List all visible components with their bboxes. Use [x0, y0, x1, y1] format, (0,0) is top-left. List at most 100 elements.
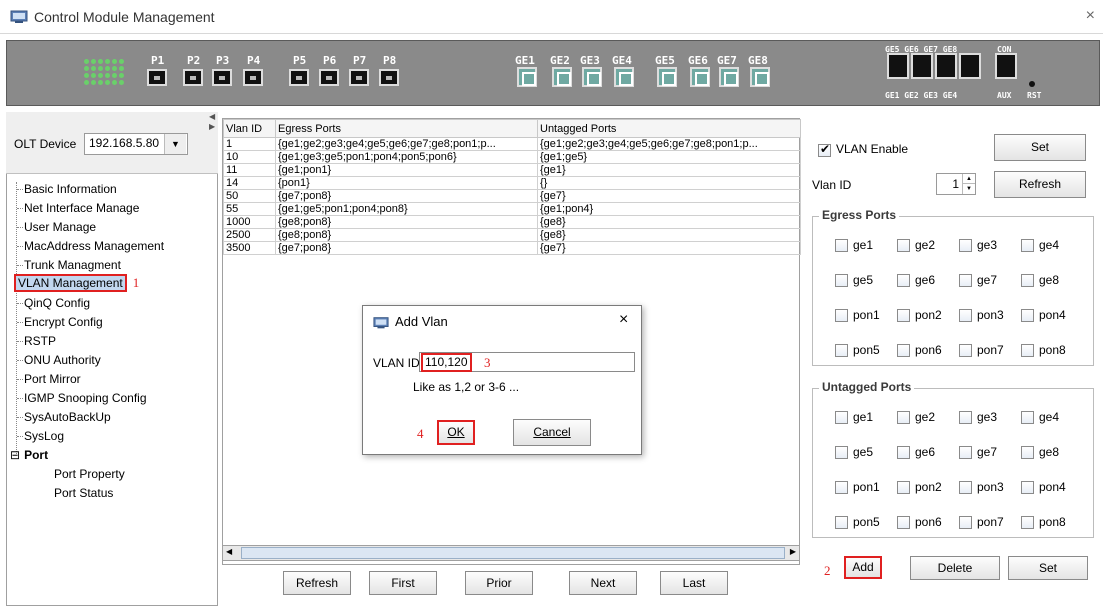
- combo-port[interactable]: [887, 53, 909, 79]
- sidebar-item[interactable]: MacAddress Management: [24, 239, 164, 253]
- ge-port[interactable]: [582, 67, 602, 87]
- sidebar-item[interactable]: Port Mirror: [24, 372, 81, 386]
- scroll-left-icon[interactable]: ◀: [226, 547, 232, 556]
- table-row[interactable]: 1 {ge1;ge2;ge3;ge4;ge5;ge6;ge7;ge8;pon1;p…: [223, 137, 801, 151]
- refresh-vlan-button[interactable]: Refresh: [994, 171, 1086, 198]
- untagged-checkbox-ge3[interactable]: [959, 411, 972, 424]
- delete-vlan-button[interactable]: Delete: [910, 556, 1000, 580]
- pon-port[interactable]: [289, 69, 309, 86]
- table-row[interactable]: 10 {ge1;ge3;ge5;pon1;pon4;pon5;pon6} {ge1;…: [223, 150, 801, 164]
- pon-port[interactable]: [243, 69, 263, 86]
- ge-port[interactable]: [750, 67, 770, 87]
- sidebar-item[interactable]: QinQ Config: [24, 296, 90, 310]
- untagged-checkbox-ge5[interactable]: [835, 446, 848, 459]
- table-row[interactable]: 1000 {ge8;pon8} {ge8}: [223, 215, 801, 229]
- set-vlan-button[interactable]: Set: [1008, 556, 1088, 580]
- egress-checkbox-ge6[interactable]: [897, 274, 910, 287]
- sidebar-item[interactable]: VLAN Management 1: [14, 274, 139, 292]
- egress-checkbox-ge2[interactable]: [897, 239, 910, 252]
- sidebar-subitem[interactable]: Port Status: [54, 486, 113, 500]
- egress-checkbox-pon3[interactable]: [959, 309, 972, 322]
- vlan-id-input[interactable]: 110,120 3: [419, 352, 635, 372]
- spinner-down-icon[interactable]: ▼: [962, 184, 975, 194]
- egress-checkbox-ge5[interactable]: [835, 274, 848, 287]
- sidebar-item[interactable]: Net Interface Manage: [24, 201, 139, 215]
- column-header-vlan-id[interactable]: Vlan ID: [223, 119, 276, 138]
- sidebar-subitem[interactable]: Port Property: [54, 467, 125, 481]
- last-page-button[interactable]: Last: [660, 571, 728, 595]
- untagged-checkbox-pon2[interactable]: [897, 481, 910, 494]
- collapse-right-icon[interactable]: ▶: [209, 122, 215, 131]
- untagged-checkbox-pon3[interactable]: [959, 481, 972, 494]
- combo-port[interactable]: [959, 53, 981, 79]
- sidebar-item[interactable]: User Manage: [24, 220, 96, 234]
- egress-checkbox-ge3[interactable]: [959, 239, 972, 252]
- collapse-icon[interactable]: ⊟: [10, 448, 20, 462]
- collapse-left-icon[interactable]: ◀: [209, 112, 215, 121]
- combo-port[interactable]: [935, 53, 957, 79]
- ok-button[interactable]: OK: [437, 420, 475, 445]
- untagged-checkbox-pon1[interactable]: [835, 481, 848, 494]
- ge-port[interactable]: [690, 67, 710, 87]
- pon-port[interactable]: [212, 69, 232, 86]
- untagged-checkbox-pon8[interactable]: [1021, 516, 1034, 529]
- pon-port[interactable]: [147, 69, 167, 86]
- scroll-thumb[interactable]: [241, 547, 785, 559]
- table-row[interactable]: 55 {ge1;ge5;pon1;pon4;pon8} {ge1;pon4}: [223, 202, 801, 216]
- egress-checkbox-pon4[interactable]: [1021, 309, 1034, 322]
- pon-port[interactable]: [319, 69, 339, 86]
- reset-button[interactable]: [1029, 81, 1035, 87]
- close-icon[interactable]: ×: [1086, 7, 1095, 25]
- untagged-checkbox-ge4[interactable]: [1021, 411, 1034, 424]
- egress-checkbox-pon6[interactable]: [897, 344, 910, 357]
- next-page-button[interactable]: Next: [569, 571, 637, 595]
- egress-checkbox-pon2[interactable]: [897, 309, 910, 322]
- set-vlan-enable-button[interactable]: Set: [994, 134, 1086, 161]
- sidebar-item[interactable]: SysLog: [24, 429, 64, 443]
- egress-checkbox-pon8[interactable]: [1021, 344, 1034, 357]
- pon-port[interactable]: [349, 69, 369, 86]
- prior-page-button[interactable]: Prior: [465, 571, 533, 595]
- chevron-down-icon[interactable]: ▼: [164, 134, 186, 154]
- untagged-checkbox-pon4[interactable]: [1021, 481, 1034, 494]
- spinner-up-icon[interactable]: ▲: [962, 174, 975, 184]
- ge-port[interactable]: [517, 67, 537, 87]
- ge-port[interactable]: [614, 67, 634, 87]
- egress-checkbox-pon1[interactable]: [835, 309, 848, 322]
- close-icon[interactable]: ×: [619, 311, 628, 329]
- vlan-enable-checkbox[interactable]: ✔: [818, 142, 831, 157]
- sidebar-group-port[interactable]: ⊟ Port: [10, 448, 48, 462]
- sidebar-item[interactable]: SysAutoBackUp: [24, 410, 111, 424]
- table-row[interactable]: 50 {ge7;pon8} {ge7}: [223, 189, 801, 203]
- table-row[interactable]: 11 {ge1;pon1} {ge1}: [223, 163, 801, 177]
- combo-port[interactable]: [911, 53, 933, 79]
- egress-checkbox-ge1[interactable]: [835, 239, 848, 252]
- untagged-checkbox-pon5[interactable]: [835, 516, 848, 529]
- sidebar-item[interactable]: Basic Information: [24, 182, 117, 196]
- horizontal-scrollbar[interactable]: ◀ ▶: [222, 545, 800, 561]
- ge-port[interactable]: [657, 67, 677, 87]
- first-page-button[interactable]: First: [369, 571, 437, 595]
- egress-checkbox-ge8[interactable]: [1021, 274, 1034, 287]
- egress-checkbox-pon5[interactable]: [835, 344, 848, 357]
- cancel-button[interactable]: Cancel: [513, 419, 591, 446]
- untagged-checkbox-ge7[interactable]: [959, 446, 972, 459]
- vlan-id-spinner[interactable]: 1 ▲ ▼: [936, 173, 976, 195]
- pon-port[interactable]: [379, 69, 399, 86]
- pon-port[interactable]: [183, 69, 203, 86]
- table-row[interactable]: 3500 {ge7;pon8} {ge7}: [223, 241, 801, 255]
- egress-checkbox-ge4[interactable]: [1021, 239, 1034, 252]
- untagged-checkbox-pon7[interactable]: [959, 516, 972, 529]
- column-header-egress-ports[interactable]: Egress Ports: [275, 119, 538, 138]
- refresh-table-button[interactable]: Refresh: [283, 571, 351, 595]
- egress-checkbox-pon7[interactable]: [959, 344, 972, 357]
- untagged-checkbox-ge2[interactable]: [897, 411, 910, 424]
- egress-checkbox-ge7[interactable]: [959, 274, 972, 287]
- add-vlan-button[interactable]: Add: [844, 556, 882, 579]
- table-row[interactable]: 2500 {ge8;pon8} {ge8}: [223, 228, 801, 242]
- sidebar-item[interactable]: Trunk Managment: [24, 258, 121, 272]
- scroll-right-icon[interactable]: ▶: [790, 547, 796, 556]
- sidebar-item[interactable]: RSTP: [24, 334, 56, 348]
- untagged-checkbox-ge8[interactable]: [1021, 446, 1034, 459]
- untagged-checkbox-ge1[interactable]: [835, 411, 848, 424]
